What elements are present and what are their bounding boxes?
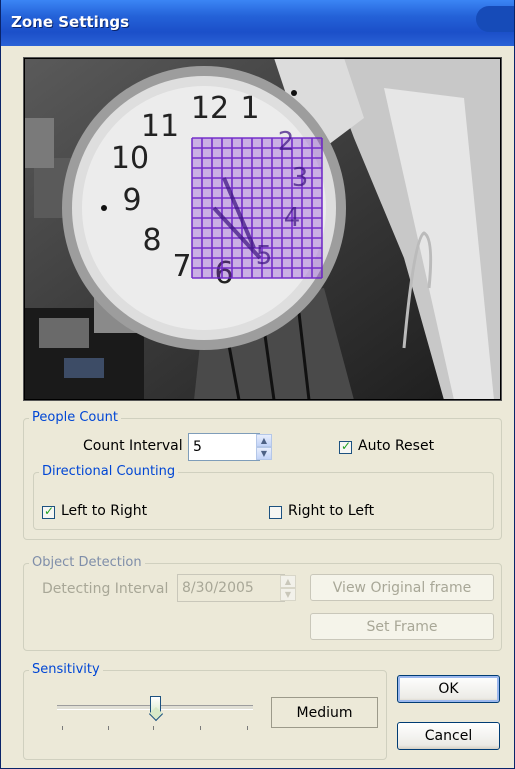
- auto-reset-label: Auto Reset: [358, 438, 435, 454]
- title-bar-decoration: [476, 6, 514, 32]
- camera-image: 12 1 11 10 9 8 7 6 2345: [24, 58, 501, 400]
- check-icon: ✓: [44, 504, 55, 518]
- slider-tick: [200, 726, 201, 730]
- cancel-button[interactable]: Cancel: [397, 722, 500, 750]
- check-icon: ✓: [341, 439, 352, 453]
- right-to-left-checkbox[interactable]: [269, 506, 282, 519]
- view-original-frame-button[interactable]: View Original frame: [310, 574, 494, 601]
- window-title: Zone Settings: [11, 13, 130, 31]
- svg-text:7: 7: [172, 249, 191, 284]
- object-detection-legend: Object Detection: [29, 555, 145, 570]
- auto-reset-checkbox[interactable]: ✓: [339, 439, 352, 454]
- zone-settings-window: Zone Settings 12 1 11 10 9 8 7 6 2 3 4 5…: [0, 0, 515, 769]
- people-count-legend: People Count: [29, 410, 121, 425]
- spin-down-icon[interactable]: ▼: [280, 588, 296, 601]
- right-to-left-label: Right to Left: [288, 503, 375, 519]
- sensitivity-legend: Sensitivity: [29, 662, 103, 677]
- title-bar[interactable]: Zone Settings: [1, 0, 514, 46]
- slider-tick: [153, 726, 154, 730]
- svg-text:11: 11: [141, 109, 179, 144]
- svg-text:9: 9: [122, 183, 141, 218]
- left-to-right-checkbox[interactable]: ✓: [42, 504, 55, 519]
- left-to-right-label: Left to Right: [61, 503, 148, 519]
- svg-text:3: 3: [292, 163, 309, 193]
- detecting-interval-input[interactable]: [177, 574, 285, 602]
- set-frame-button[interactable]: Set Frame: [310, 613, 494, 640]
- camera-preview[interactable]: 12 1 11 10 9 8 7 6 2 3 4 5: [23, 57, 502, 401]
- svg-text:12: 12: [191, 91, 229, 126]
- directional-counting-group: Directional Counting: [33, 464, 494, 530]
- ok-button[interactable]: OK: [397, 675, 500, 703]
- count-interval-spinner[interactable]: ▲ ▼: [256, 434, 272, 460]
- svg-text:8: 8: [142, 223, 161, 258]
- slider-tick: [108, 726, 109, 730]
- count-interval-input[interactable]: [188, 433, 260, 461]
- slider-tick: [62, 726, 63, 730]
- count-interval-label: Count Interval :: [83, 438, 192, 454]
- sensitivity-value-readout: Medium: [271, 697, 378, 728]
- slider-tick: [247, 726, 248, 730]
- zone-grid: 2345: [191, 127, 323, 279]
- spin-down-icon[interactable]: ▼: [256, 447, 272, 460]
- svg-text:4: 4: [284, 203, 301, 233]
- svg-text:2: 2: [278, 127, 295, 157]
- spin-up-icon[interactable]: ▲: [280, 575, 296, 588]
- directional-counting-legend: Directional Counting: [39, 464, 179, 479]
- detecting-interval-spinner[interactable]: ▲ ▼: [280, 575, 296, 601]
- detecting-interval-label: Detecting Interval: [42, 581, 169, 597]
- svg-text:1: 1: [240, 91, 259, 126]
- spin-up-icon[interactable]: ▲: [256, 434, 272, 447]
- sensitivity-slider-thumb[interactable]: [148, 696, 164, 722]
- svg-text:10: 10: [111, 141, 149, 176]
